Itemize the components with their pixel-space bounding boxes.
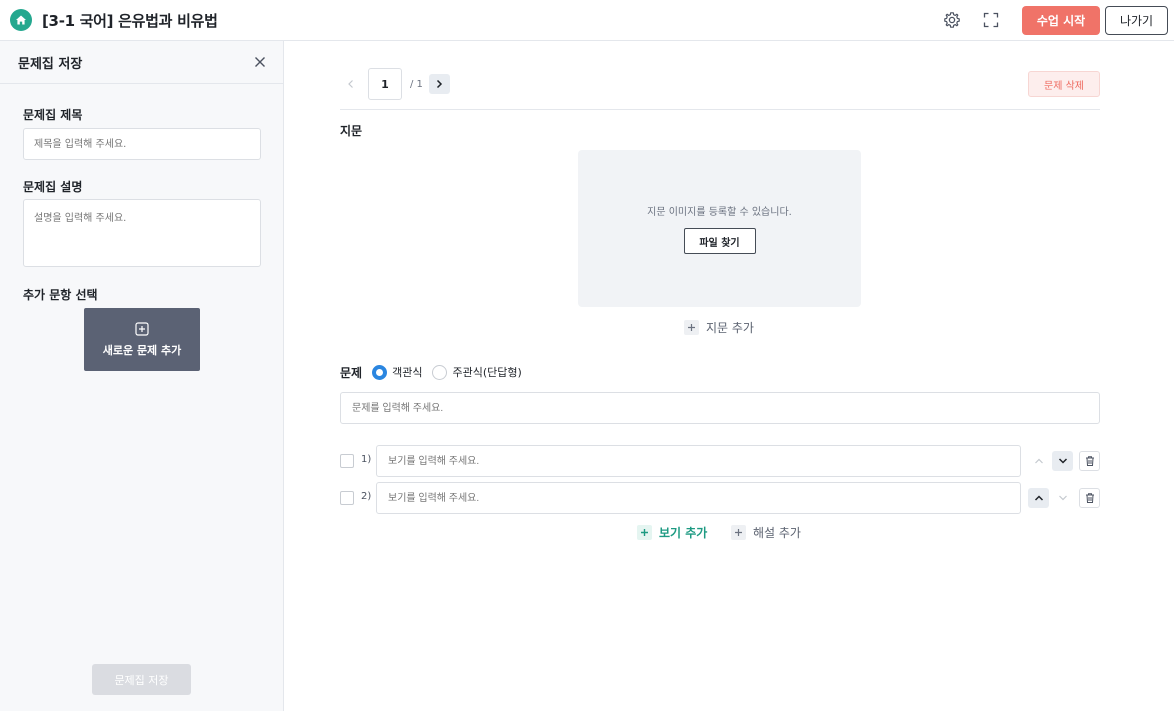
add-new-question-label: 새로운 문제 추가 [102,343,182,357]
description-label: 문제집 설명 [23,180,83,194]
extra-question-label: 추가 문항 선택 [23,288,98,302]
description-input[interactable] [23,199,261,267]
save-workbook-button[interactable]: 문제집 저장 [92,664,191,695]
start-class-button[interactable]: 수업 시작 [1022,6,1100,35]
passage-label: 지문 [340,124,363,138]
question-type-row: 문제 객관식 주관식(단답형) [340,363,522,381]
add-explanation-button[interactable]: 해설 추가 [731,524,801,541]
add-passage-label: 지문 추가 [706,321,754,335]
radio-label: 주관식(단답형) [452,366,522,379]
divider [340,109,1100,110]
radio-short-answer[interactable]: 주관식(단답형) [432,364,522,380]
choice-number: 1) [361,454,372,465]
move-down-icon[interactable] [1052,488,1073,508]
add-new-question-button[interactable]: 새로운 문제 추가 [84,308,200,371]
trash-icon[interactable] [1079,488,1100,508]
add-choice-label: 보기 추가 [659,526,708,540]
add-passage-button[interactable]: 지문 추가 [684,319,754,336]
current-page[interactable]: 1 [368,68,402,100]
sidebar-header: 문제집 저장 [0,41,283,84]
top-bar: [3-1 국어] 은유법과 비유법 수업 시작 나가기 [0,0,1174,41]
trash-icon[interactable] [1079,451,1100,471]
gear-icon[interactable] [942,10,962,30]
correct-answer-checkbox[interactable] [340,491,354,505]
radio-unselected-icon [432,364,448,380]
question-label: 문제 [340,365,363,380]
page-title: [3-1 국어] 은유법과 비유법 [42,12,218,30]
file-browse-button[interactable]: 파일 찾기 [683,228,756,254]
radio-label: 객관식 [392,366,423,379]
plus-icon [637,525,652,540]
radio-multiple-choice[interactable]: 객관식 [372,364,422,380]
fullscreen-icon[interactable] [981,10,1001,30]
radio-selected-icon [372,364,388,380]
prev-page-icon[interactable] [340,73,362,95]
plus-icon [731,525,746,540]
correct-answer-checkbox[interactable] [340,454,354,468]
editor-main: 1 / 1 문제 삭제 지문 지문 이미지를 등록할 수 있습니다. 파일 찾기… [284,41,1174,711]
delete-question-button[interactable]: 문제 삭제 [1028,71,1100,97]
choice-input[interactable] [376,445,1021,477]
sidebar-title: 문제집 저장 [18,56,83,72]
add-explanation-label: 해설 추가 [753,526,801,540]
plus-box-icon [135,321,149,336]
passage-image-dropzone[interactable]: 지문 이미지를 등록할 수 있습니다. 파일 찾기 [578,150,861,307]
next-page-icon[interactable] [428,74,450,94]
image-hint: 지문 이미지를 등록할 수 있습니다. [647,207,792,218]
add-choice-button[interactable]: 보기 추가 [637,524,707,541]
save-sidebar: 문제집 저장 문제집 제목 문제집 설명 추가 문항 선택 새로운 문제 추가 … [0,41,284,711]
choice-row: 2) [340,482,1100,514]
title-input[interactable] [23,128,261,160]
title-label: 문제집 제목 [23,108,83,122]
question-input[interactable] [340,392,1100,424]
move-down-icon[interactable] [1052,451,1073,471]
move-up-icon[interactable] [1028,488,1049,508]
choice-row: 1) [340,445,1100,477]
plus-icon [684,320,699,335]
exit-button[interactable]: 나가기 [1105,6,1168,35]
home-icon[interactable] [10,9,32,31]
choice-input[interactable] [376,482,1021,514]
move-up-icon[interactable] [1028,451,1049,471]
total-pages: / 1 [410,78,423,90]
pagination: 1 / 1 [340,68,450,100]
close-icon[interactable] [252,54,268,70]
choice-number: 2) [361,491,372,502]
